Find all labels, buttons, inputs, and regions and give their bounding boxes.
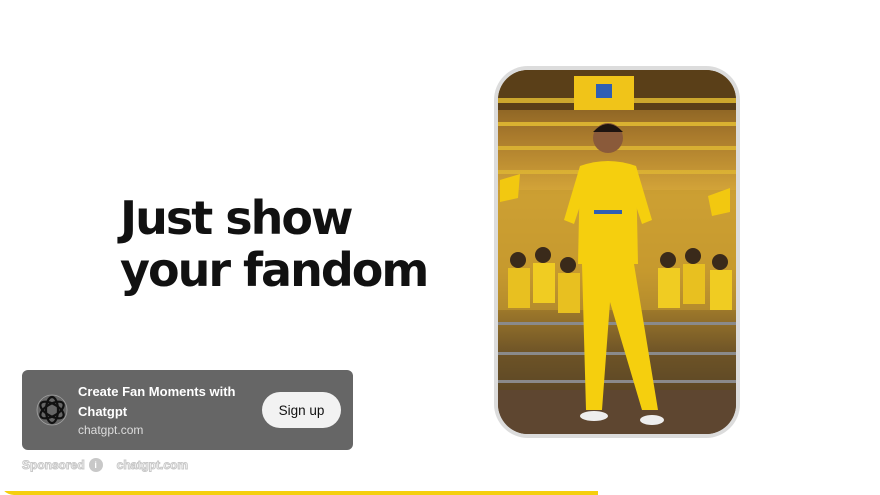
fan-photo xyxy=(498,70,736,434)
info-icon[interactable]: i xyxy=(88,458,103,472)
headline-line-1: Just show xyxy=(120,191,353,245)
sponsored-row: Sponsored i chatgpt.com xyxy=(22,458,189,473)
headline-line-2: your fandom xyxy=(120,243,429,297)
phone-mockup xyxy=(494,66,740,438)
ad-title[interactable]: Create Fan Moments with Chatgpt xyxy=(78,382,258,422)
sign-up-button[interactable]: Sign up xyxy=(262,392,341,428)
progress-bar xyxy=(0,491,880,495)
headline: Just show your fandom xyxy=(120,191,429,297)
openai-logo-icon xyxy=(36,394,68,426)
sponsored-label: Sponsored xyxy=(22,458,86,473)
progress-fill xyxy=(0,491,599,495)
stadium-fan-illustration xyxy=(498,70,736,434)
sponsored-domain[interactable]: chatgpt.com xyxy=(116,458,188,473)
ad-domain: chatgpt.com xyxy=(78,423,144,437)
ad-frame: Just show your fandom Create Fan Moments… xyxy=(0,0,880,495)
ad-card[interactable]: Create Fan Moments with Chatgpt chatgpt.… xyxy=(22,370,353,450)
